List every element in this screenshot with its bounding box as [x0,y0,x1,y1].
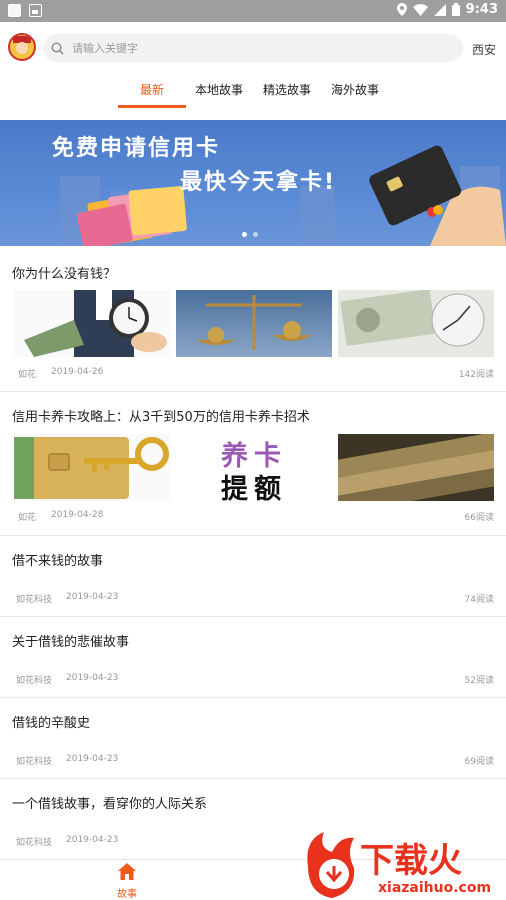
promo-banner[interactable]: 免费申请信用卡 最快今天拿卡! [0,120,506,246]
tab-latest[interactable]: 最新 [140,81,164,108]
nav-story-label: 故事 [117,889,137,900]
header: 西安 [0,22,506,74]
article-reads: 74阅读 [464,595,494,605]
signal-icon [433,3,446,16]
article-thumbnail [338,290,494,357]
svg-text:xiazaihuo.com: xiazaihuo.com [378,880,491,896]
article-title: 关于借钱的悲催故事 [12,635,130,650]
article-author: 如花科技 [16,757,53,767]
article-title: 借不来钱的故事 [12,554,104,569]
article-author: 如花科技 [16,838,53,848]
banner-headline: 免费申请信用卡 [52,136,221,161]
article-date: 2019-04-23 [66,592,119,602]
category-tabs: 最新 本地故事 精选故事 海外故事 [0,74,506,108]
article-author: 如花 [18,370,37,380]
active-tab-indicator [118,105,186,108]
article-date: 2019-04-23 [66,754,119,764]
thumbnail-text-bottom: 提额 [221,474,287,501]
article-title: 信用卡养卡攻略上：从3千到50万的信用卡养卡招术 [12,410,310,425]
flame-logo-icon: 下载火 xiazaihuo.com [307,832,491,898]
search-input[interactable] [72,41,432,55]
article-thumbnail [338,434,494,501]
article-reads: 66阅读 [464,513,494,523]
battery-icon [451,3,460,16]
article-title: 你为什么没有钱？ [12,267,117,282]
article-author: 如花科技 [16,676,53,686]
tab-featured-stories[interactable]: 精选故事 [263,81,311,108]
tab-overseas-stories[interactable]: 海外故事 [331,81,379,108]
article-thumbnail [14,290,170,357]
nav-story-button[interactable]: 故事 [108,863,146,900]
article-card[interactable]: 你为什么没有钱？ 如花 2019-04-26 142阅读 [0,246,506,392]
article-author: 如花科技 [16,595,53,605]
article-date: 2019-04-26 [51,367,104,377]
article-title: 借钱的辛酸史 [12,716,91,731]
search-icon [51,41,64,54]
article-thumbnail [176,290,332,357]
article-reads: 52阅读 [464,676,494,686]
banner-pagination [242,232,258,237]
notification-icon [8,4,21,17]
svg-text:下载火: 下载火 [360,841,462,881]
tab-local-stories[interactable]: 本地故事 [195,81,243,108]
article-title: 一个借钱故事，看穿你的人际关系 [12,797,208,812]
article-card[interactable]: 关于借钱的悲催故事 如花科技 2019-04-23 52阅读 [0,617,506,698]
hand-card-illustration [369,145,506,246]
app-logo[interactable] [8,33,36,61]
watermark: 下载火 xiazaihuo.com [300,830,506,900]
status-bar: 9:43 [0,0,506,22]
article-reads: 69阅读 [464,757,494,767]
pagination-dot [253,232,258,237]
article-date: 2019-04-23 [66,673,119,683]
article-card[interactable]: 借不来钱的故事 如花科技 2019-04-23 74阅读 [0,536,506,617]
article-author: 如花 [18,513,37,523]
article-thumbnail [14,434,170,501]
image-notification-icon [29,4,42,17]
article-reads: 142阅读 [458,370,494,380]
article-date: 2019-04-28 [51,510,104,520]
article-thumbnail: 养卡 提额 [176,434,332,501]
wifi-icon [412,3,428,16]
search-bar[interactable] [43,34,463,62]
banner-subheadline: 最快今天拿卡! [180,170,337,195]
article-card[interactable]: 借钱的辛酸史 如花科技 2019-04-23 69阅读 [0,698,506,779]
location-icon [396,3,407,16]
article-date: 2019-04-23 [66,835,119,845]
pagination-dot [242,232,247,237]
clock: 9:43 [465,2,498,17]
article-card[interactable]: 信用卡养卡攻略上：从3千到50万的信用卡养卡招术 养卡 提额 如花 2019-0… [0,392,506,536]
city-selector[interactable]: 西安 [472,41,496,58]
home-icon [118,863,136,880]
